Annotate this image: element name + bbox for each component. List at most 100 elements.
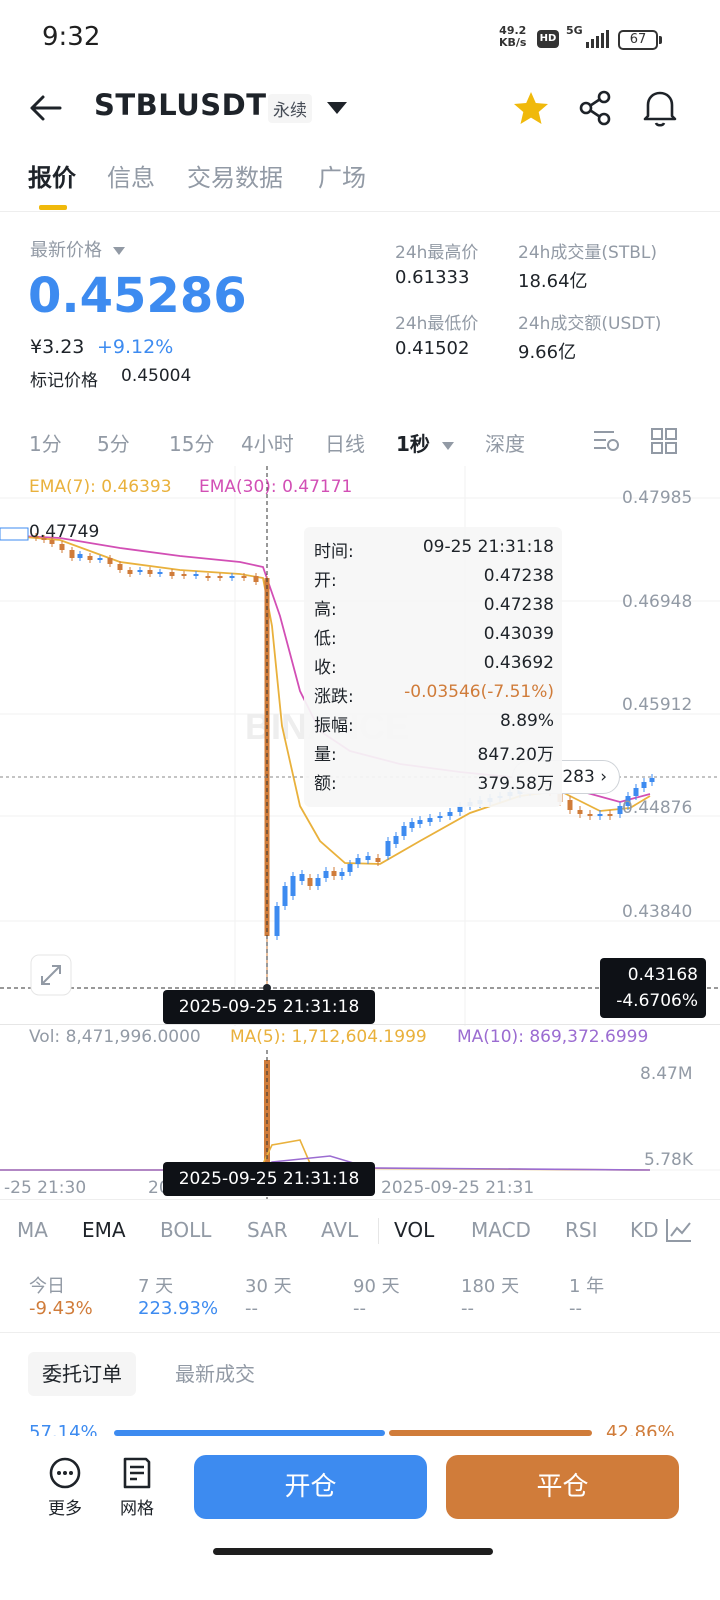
candle (633, 788, 639, 796)
candle (417, 820, 423, 824)
status-bar: 9:32 49.2 KB/s HD 5G 67 (0, 0, 720, 80)
indicator-chart-icon[interactable] (664, 1216, 694, 1244)
interval-15m[interactable]: 15分 (169, 428, 214, 457)
y-axis-label: 0.47985 (622, 488, 693, 508)
interval-1s-label: 1秒 (396, 432, 430, 456)
indicator-ma[interactable]: MA (17, 1218, 48, 1242)
indicator-vol[interactable]: VOL (394, 1218, 434, 1242)
back-arrow-icon[interactable] (28, 92, 64, 124)
last-price: 0.45286 (28, 268, 247, 324)
share-icon[interactable] (578, 90, 614, 126)
interval-1s[interactable]: 1秒 (396, 428, 455, 457)
perf-label: 180 天 (461, 1276, 520, 1297)
interval-4h[interactable]: 4小时 (241, 428, 294, 457)
home-indicator (213, 1548, 493, 1555)
candle (157, 572, 163, 574)
dropdown-caret-icon[interactable] (326, 100, 348, 116)
grid-button[interactable]: 网格 (112, 1456, 162, 1519)
candle (307, 878, 313, 886)
candle (577, 810, 583, 814)
bell-icon[interactable] (642, 88, 678, 128)
stat-24h-high-value: 0.61333 (395, 267, 470, 288)
tab-quote[interactable]: 报价 (28, 158, 76, 193)
tooltip-key: 高: (314, 600, 337, 620)
chevron-right-icon: › (600, 767, 607, 787)
indicator-kd[interactable]: KD (630, 1218, 659, 1242)
tooltip-value: 09-25 21:31:18 (422, 537, 554, 557)
candle (323, 871, 329, 878)
network-speed: 49.2 KB/s (499, 25, 526, 49)
first-price-label: 0.47749 (29, 522, 100, 542)
candle (274, 906, 280, 936)
indicator-sar[interactable]: SAR (247, 1218, 288, 1242)
candle (641, 782, 647, 788)
open-position-button[interactable]: 开仓 (194, 1455, 427, 1519)
perf-label: 今日 (29, 1276, 65, 1297)
interval-1d[interactable]: 日线 (325, 428, 365, 457)
last-price-label[interactable]: 最新价格 (30, 236, 126, 262)
indicator-boll[interactable]: BOLL (160, 1218, 211, 1242)
crosshair-time-flag: 2025-09-25 21:31:18 (163, 990, 375, 1024)
indicator-avl[interactable]: AVL (321, 1218, 358, 1242)
candle (587, 814, 593, 816)
layout-grid-icon[interactable] (650, 427, 678, 455)
network-type: 5G (566, 24, 583, 37)
speed-unit: KB/s (499, 36, 527, 49)
expand-icon[interactable] (30, 954, 72, 996)
interval-1m[interactable]: 1分 (29, 428, 62, 457)
tooltip-key: 开: (314, 571, 337, 591)
candle (137, 570, 143, 572)
tab-trading-data[interactable]: 交易数据 (187, 158, 283, 193)
ma5-legend: MA(5): 1,712,604.1999 (230, 1027, 427, 1047)
tooltip-value: -0.03546(-7.51%) (404, 682, 554, 702)
candle (282, 886, 288, 906)
interval-5m[interactable]: 5分 (97, 428, 130, 457)
candle (59, 544, 65, 550)
tab-square[interactable]: 广场 (318, 158, 366, 193)
perf-label: 1 年 (569, 1276, 605, 1297)
candle (127, 570, 133, 574)
candle (355, 858, 361, 864)
chart-settings-icon[interactable] (592, 428, 622, 454)
tab-open-orders[interactable]: 委托订单 (28, 1352, 136, 1396)
tab-recent-trades[interactable]: 最新成交 (175, 1352, 255, 1396)
indicator-ema[interactable]: EMA (82, 1218, 126, 1242)
ema30-legend: EMA(30): 0.47171 (199, 477, 353, 497)
first-price-marker (0, 527, 29, 541)
perpetual-badge: 永续 (268, 94, 312, 123)
candle (290, 876, 296, 896)
perf-value: -- (353, 1298, 366, 1319)
star-icon[interactable] (512, 90, 550, 126)
more-button[interactable]: 更多 (40, 1456, 90, 1519)
grid-label: 网格 (120, 1499, 154, 1519)
candle (315, 878, 321, 886)
candle (193, 574, 199, 576)
ema7-legend: EMA(7): 0.46393 (29, 477, 172, 497)
y-axis-label: 0.46948 (622, 592, 693, 612)
symbol-title[interactable]: STBLUSDT (94, 88, 267, 122)
crosshair-price: 0.43168 (627, 965, 698, 985)
tab-info[interactable]: 信息 (107, 158, 155, 193)
candle (253, 576, 259, 582)
indicator-rsi[interactable]: RSI (565, 1218, 598, 1242)
candle (241, 576, 247, 578)
tooltip-value: 0.43039 (483, 624, 554, 644)
candle (229, 576, 235, 578)
candle (597, 814, 603, 816)
close-position-button[interactable]: 平仓 (446, 1455, 679, 1519)
tooltip-key: 振幅: (314, 716, 354, 736)
y-axis-label: 0.43840 (622, 902, 693, 922)
tooltip-value: 847.20万 (477, 745, 554, 765)
caret-down-icon (112, 247, 125, 255)
performance-divider (0, 1332, 720, 1333)
volume-legend: Vol: 8,471,996.0000 (29, 1027, 201, 1047)
hd-badge: HD (537, 30, 559, 48)
candle (393, 836, 399, 844)
candle (97, 558, 103, 560)
interval-depth[interactable]: 深度 (485, 428, 525, 457)
perf-label: 30 天 (245, 1276, 292, 1297)
candle (375, 858, 381, 862)
indicator-macd[interactable]: MACD (471, 1218, 531, 1242)
x-axis-label: 2025-09-25 21:31 (381, 1178, 535, 1198)
candle (205, 576, 211, 578)
